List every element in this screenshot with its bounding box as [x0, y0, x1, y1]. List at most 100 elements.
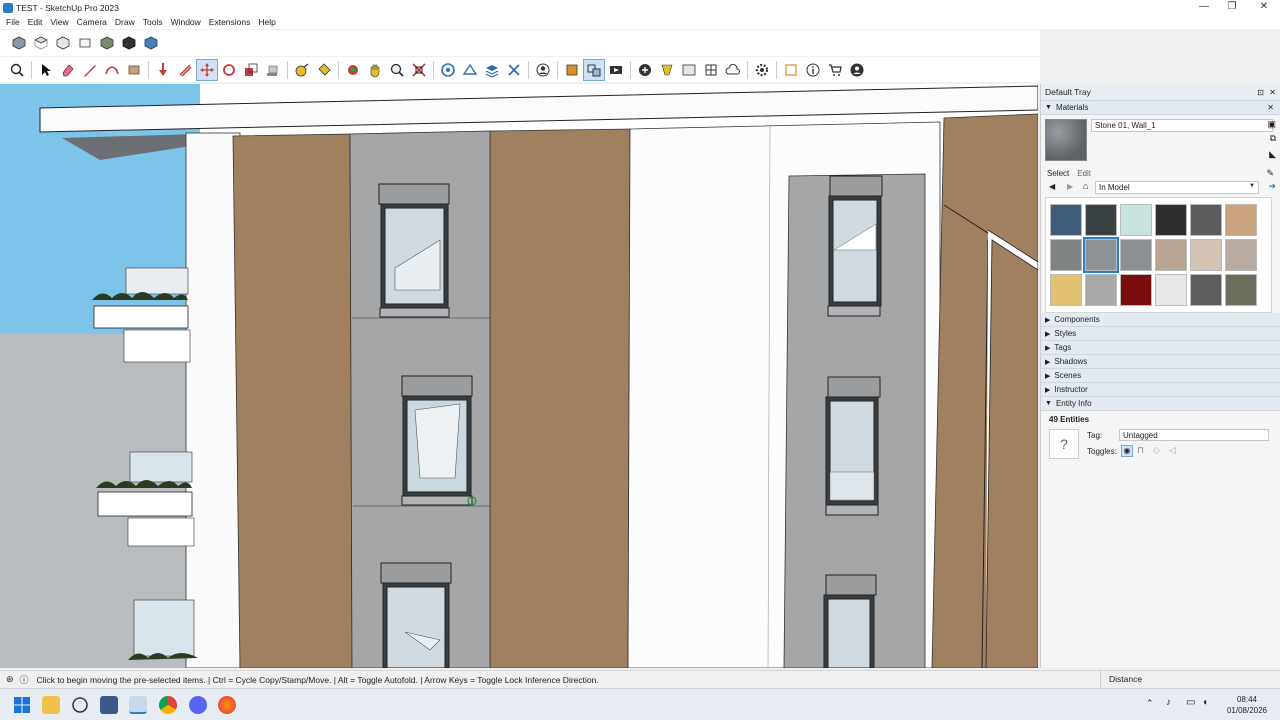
scenes-icon[interactable] — [605, 59, 627, 81]
material-swatch[interactable] — [1120, 204, 1152, 236]
details-arrow-icon[interactable]: ➔ — [1268, 181, 1276, 192]
lock-icon[interactable]: ⊓ — [1137, 445, 1144, 456]
layers-icon[interactable] — [481, 59, 503, 81]
tags-panel-header[interactable]: ▶ Tags — [1041, 341, 1280, 355]
profile-icon[interactable] — [846, 59, 868, 81]
components-panel-header[interactable]: ▶ Components — [1041, 313, 1280, 327]
outliner-icon[interactable] — [503, 59, 525, 81]
windows-start-icon[interactable] — [13, 696, 31, 714]
menu-extensions[interactable]: Extensions — [205, 17, 255, 27]
scenes-panel-header[interactable]: ▶ Scenes — [1041, 369, 1280, 383]
material-swatch[interactable] — [1190, 274, 1222, 306]
material-swatch[interactable] — [1190, 239, 1222, 271]
github-desktop-icon[interactable] — [71, 696, 89, 714]
tray-overflow-icon[interactable]: ⌃ — [1146, 698, 1154, 709]
display-icon[interactable]: ▭ — [1186, 697, 1195, 708]
menu-tools[interactable]: Tools — [139, 17, 167, 27]
material-swatch[interactable] — [1120, 274, 1152, 306]
shadows-panel-header[interactable]: ▶ Shadows — [1041, 355, 1280, 369]
visible-eye-icon[interactable]: ◉ — [1121, 445, 1133, 457]
eraser-icon[interactable] — [57, 59, 79, 81]
menu-file[interactable]: File — [2, 17, 24, 27]
menu-edit[interactable]: Edit — [24, 17, 47, 27]
microphone-icon[interactable]: ♪ — [1166, 697, 1171, 708]
extension-manager-icon[interactable] — [678, 59, 700, 81]
scale-icon[interactable] — [240, 59, 262, 81]
app-taskbar-icon[interactable] — [100, 696, 118, 714]
geo-location-icon[interactable]: ⊛ — [6, 674, 14, 685]
close-button[interactable]: ✕ — [1248, 0, 1280, 15]
materials-grid-icon[interactable] — [700, 59, 722, 81]
maximize-button[interactable]: ❐ — [1216, 0, 1248, 15]
line-pencil-icon[interactable] — [79, 59, 101, 81]
arc-icon[interactable] — [101, 59, 123, 81]
select-arrow-icon[interactable] — [35, 59, 57, 81]
material-swatch[interactable] — [1120, 239, 1152, 271]
section-plane-icon[interactable] — [459, 59, 481, 81]
speaker-icon[interactable]: ◖ — [1202, 697, 1208, 708]
tab-select[interactable]: Select — [1047, 169, 1069, 178]
file-explorer-icon[interactable] — [42, 696, 60, 714]
follow-me-icon[interactable] — [262, 59, 284, 81]
measurements-box[interactable]: Distance — [1100, 671, 1280, 688]
rotate-icon[interactable] — [218, 59, 240, 81]
rectangle-icon[interactable] — [123, 59, 145, 81]
material-swatch[interactable] — [1083, 237, 1119, 273]
firefox-icon[interactable] — [218, 696, 236, 714]
material-swatch[interactable] — [1050, 239, 1082, 271]
material-swatch[interactable] — [1155, 204, 1187, 236]
menu-camera[interactable]: Camera — [73, 17, 111, 27]
material-swatch[interactable] — [1225, 204, 1257, 236]
zoom-extents-icon[interactable] — [408, 59, 430, 81]
cloud-icon[interactable] — [722, 59, 744, 81]
material-swatch[interactable] — [1155, 239, 1187, 271]
styles-panel-header[interactable]: ▶ Styles — [1041, 327, 1280, 341]
cast-shadows-icon[interactable]: ◁ — [1169, 445, 1176, 456]
push-pull-icon[interactable] — [152, 59, 174, 81]
library-select[interactable]: In Model — [1095, 181, 1259, 194]
panel-close-icon[interactable]: ✕ — [1267, 103, 1274, 112]
default-material-icon[interactable]: ◣ — [1269, 149, 1276, 160]
material-swatch[interactable] — [1225, 239, 1257, 271]
shadow-settings-icon[interactable] — [656, 59, 678, 81]
material-swatch[interactable] — [1085, 274, 1117, 306]
right-view-icon[interactable] — [74, 32, 96, 54]
forward-arrow-icon[interactable]: ▶ — [1067, 182, 1073, 191]
material-swatch[interactable] — [1155, 274, 1187, 306]
materials-panel-header[interactable]: ▼ Materials ✕ — [1041, 101, 1280, 115]
bottom-view-icon[interactable] — [140, 32, 162, 54]
material-swatch[interactable] — [1225, 274, 1257, 306]
zoom-search-icon[interactable] — [6, 59, 28, 81]
menu-help[interactable]: Help — [254, 17, 279, 27]
settings-gear-icon[interactable] — [751, 59, 773, 81]
zoom-icon[interactable] — [386, 59, 408, 81]
tray-toggle-icon[interactable] — [780, 59, 802, 81]
clock[interactable]: 08:44 01/08/2026 — [1222, 694, 1272, 716]
front-view-icon[interactable] — [52, 32, 74, 54]
iso-view-icon[interactable] — [8, 32, 30, 54]
tape-measure-icon[interactable] — [291, 59, 313, 81]
offset-icon[interactable] — [174, 59, 196, 81]
user-account-icon[interactable] — [532, 59, 554, 81]
paint-swatch-icon[interactable] — [561, 59, 583, 81]
tray-close-icon[interactable]: ✕ — [1269, 88, 1276, 97]
create-material-icon[interactable]: ▣ — [1267, 119, 1276, 130]
tag-select[interactable]: Untagged — [1119, 429, 1269, 441]
material-swatch[interactable] — [1050, 274, 1082, 306]
model-viewport[interactable] — [0, 84, 1038, 668]
home-icon[interactable]: ⌂ — [1083, 181, 1088, 191]
paint-bucket-icon[interactable] — [313, 59, 335, 81]
menu-window[interactable]: Window — [167, 17, 205, 27]
left-view-icon[interactable] — [118, 32, 140, 54]
components-icon[interactable] — [583, 58, 605, 81]
credits-info-icon[interactable]: ⓘ — [20, 673, 29, 686]
orbit-icon[interactable] — [342, 59, 364, 81]
discord-icon[interactable] — [189, 696, 207, 714]
cart-icon[interactable] — [824, 59, 846, 81]
sample-paint-icon[interactable]: ✎ — [1266, 168, 1274, 179]
receive-shadows-icon[interactable]: ◇ — [1153, 445, 1160, 456]
material-swatch[interactable] — [1190, 204, 1222, 236]
tray-pin-icon[interactable]: ⊡ — [1257, 88, 1264, 97]
pan-hand-icon[interactable] — [364, 59, 386, 81]
instructor-panel-header[interactable]: ▶ Instructor — [1041, 383, 1280, 397]
